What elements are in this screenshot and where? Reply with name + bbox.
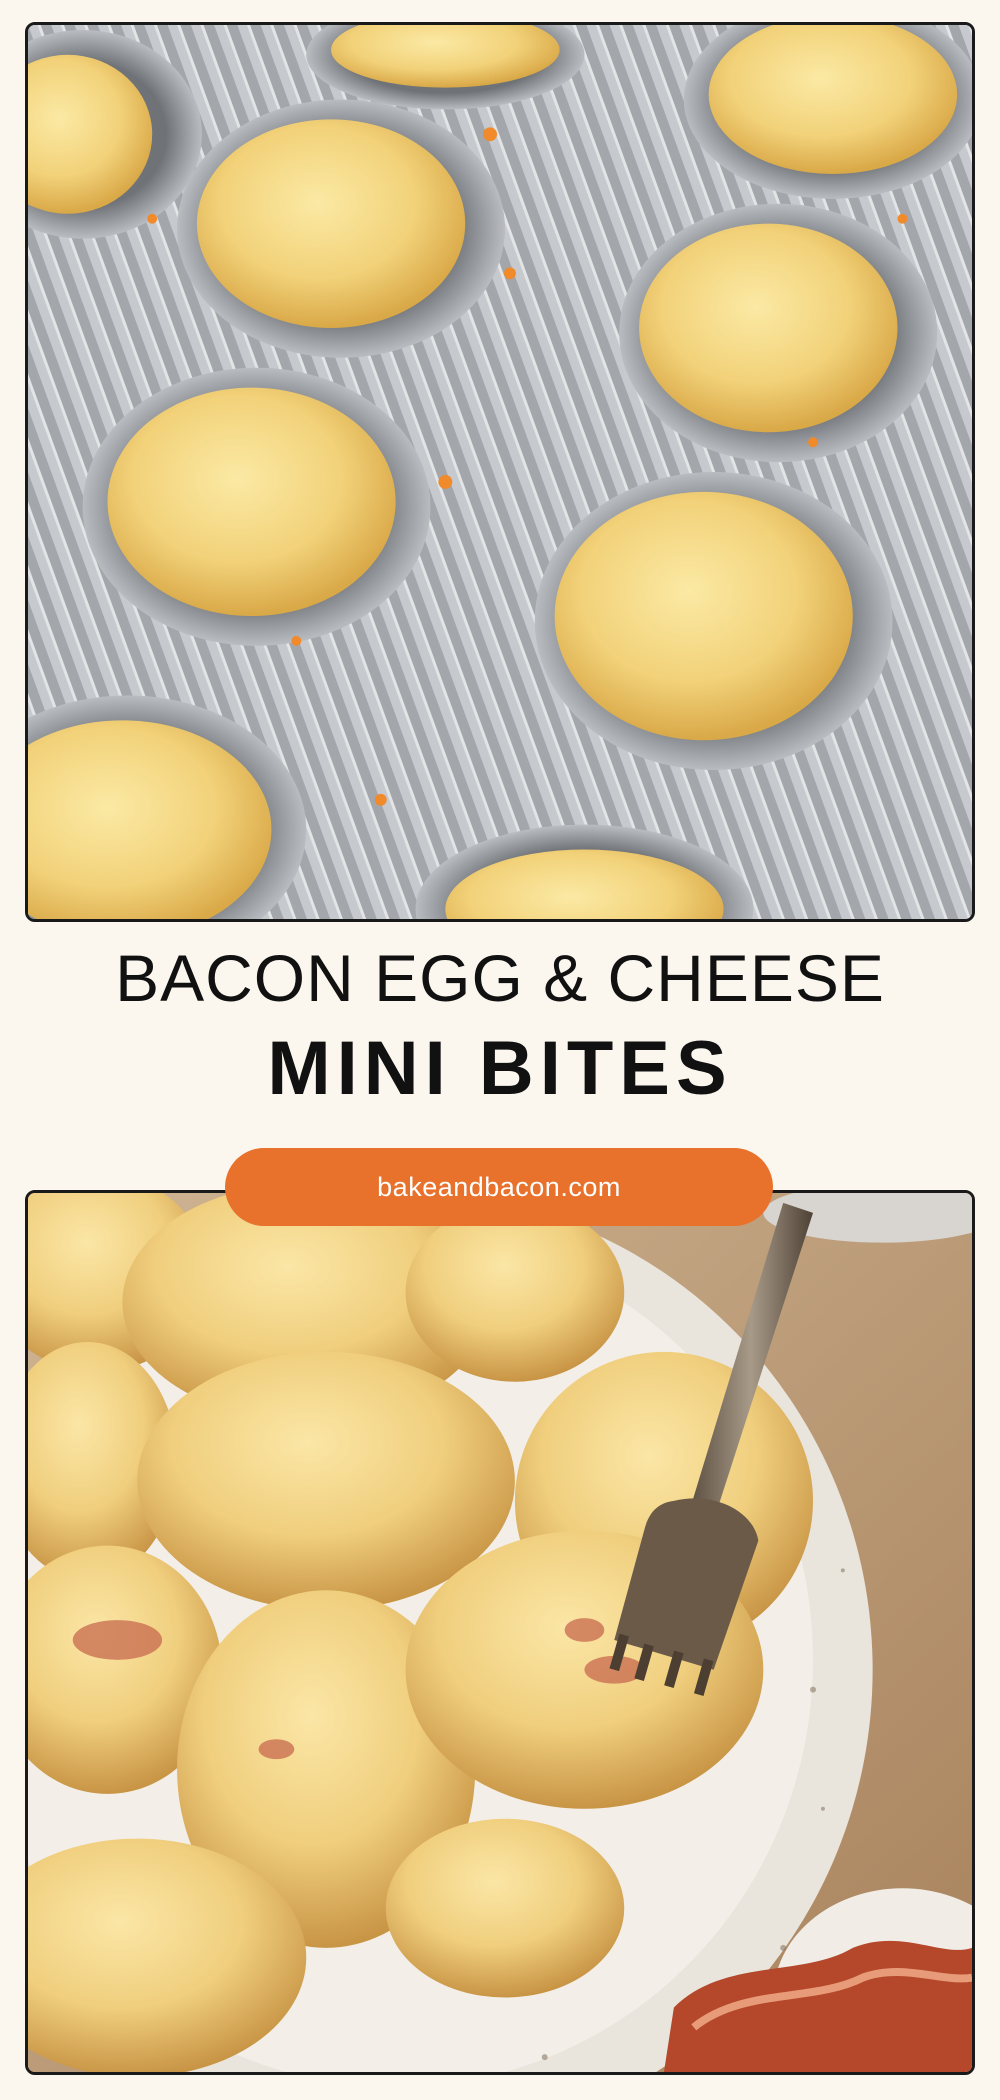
recipe-title-line2: MINI BITES (267, 1026, 733, 1111)
muffin-tin-photo (25, 22, 975, 922)
plate-illustration (28, 1193, 972, 2072)
plate-photo (25, 1190, 975, 2075)
recipe-title-line1: BACON EGG & CHEESE (115, 941, 885, 1015)
website-url[interactable]: bakeandbacon.com (377, 1172, 621, 1203)
website-badge[interactable]: bakeandbacon.com (225, 1148, 773, 1226)
muffin-tin-illustration (28, 25, 972, 919)
